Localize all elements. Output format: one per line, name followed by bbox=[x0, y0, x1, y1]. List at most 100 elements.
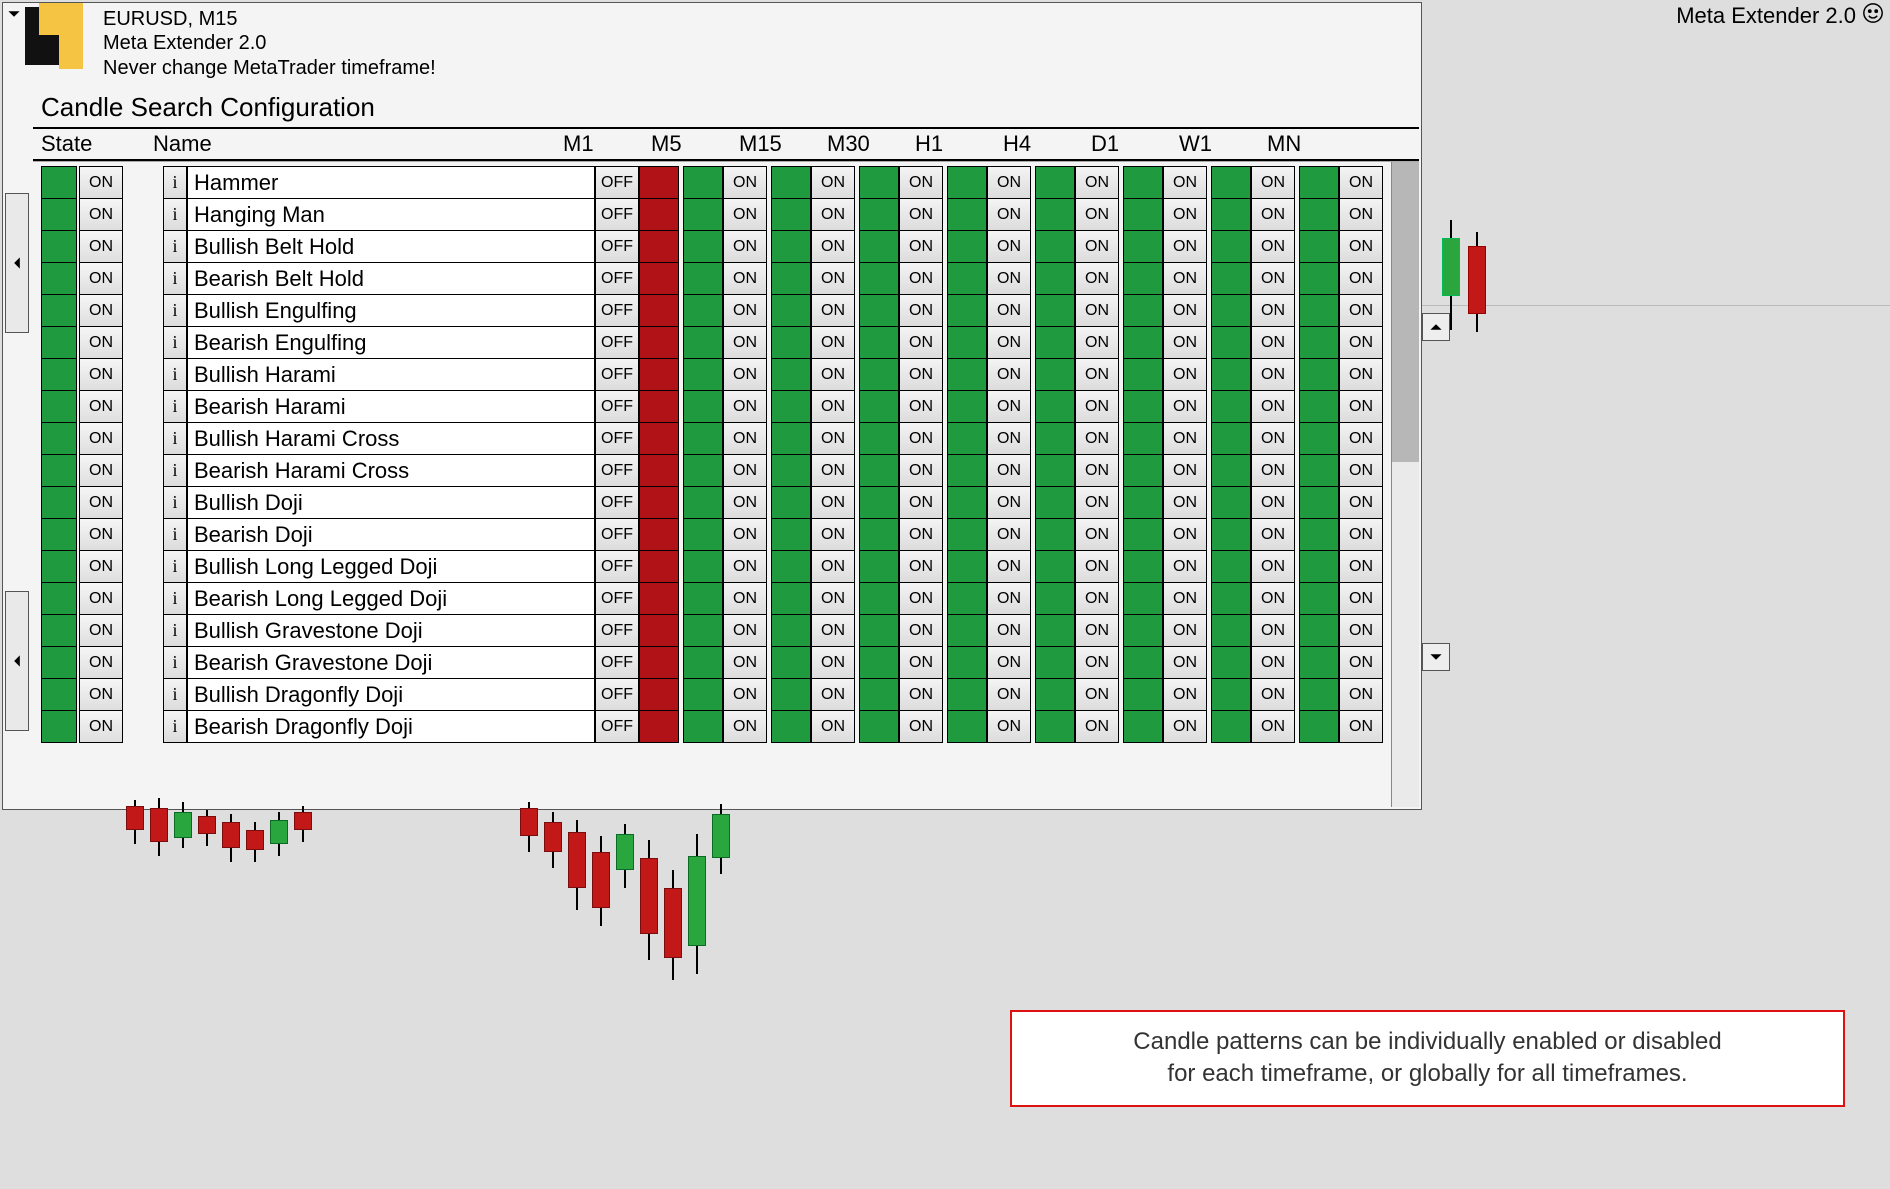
state-toggle[interactable]: ON bbox=[79, 614, 123, 647]
tf-toggle-m5[interactable]: ON bbox=[723, 550, 767, 583]
tf-toggle-m1[interactable]: OFF bbox=[595, 198, 639, 231]
info-button[interactable]: i bbox=[163, 262, 187, 295]
tf-toggle-m5[interactable]: ON bbox=[723, 262, 767, 295]
tf-toggle-m15[interactable]: ON bbox=[811, 294, 855, 327]
state-toggle[interactable]: ON bbox=[79, 358, 123, 391]
tf-toggle-mn[interactable]: ON bbox=[1339, 454, 1383, 487]
tf-toggle-m15[interactable]: ON bbox=[811, 358, 855, 391]
tf-toggle-m30[interactable]: ON bbox=[899, 166, 943, 199]
tf-toggle-w1[interactable]: ON bbox=[1251, 582, 1295, 615]
info-button[interactable]: i bbox=[163, 294, 187, 327]
tf-toggle-h1[interactable]: ON bbox=[987, 486, 1031, 519]
tf-toggle-mn[interactable]: ON bbox=[1339, 646, 1383, 679]
state-toggle[interactable]: ON bbox=[79, 550, 123, 583]
tf-toggle-d1[interactable]: ON bbox=[1163, 582, 1207, 615]
tf-toggle-h1[interactable]: ON bbox=[987, 294, 1031, 327]
tf-toggle-h4[interactable]: ON bbox=[1075, 262, 1119, 295]
tf-toggle-d1[interactable]: ON bbox=[1163, 358, 1207, 391]
tf-toggle-d1[interactable]: ON bbox=[1163, 294, 1207, 327]
tf-toggle-d1[interactable]: ON bbox=[1163, 710, 1207, 743]
state-toggle[interactable]: ON bbox=[79, 230, 123, 263]
tf-toggle-d1[interactable]: ON bbox=[1163, 614, 1207, 647]
tf-toggle-m15[interactable]: ON bbox=[811, 582, 855, 615]
tf-toggle-m1[interactable]: OFF bbox=[595, 614, 639, 647]
tf-toggle-m30[interactable]: ON bbox=[899, 358, 943, 391]
info-button[interactable]: i bbox=[163, 166, 187, 199]
scroll-up-button[interactable] bbox=[1422, 313, 1450, 341]
tf-toggle-d1[interactable]: ON bbox=[1163, 454, 1207, 487]
collapse-toggle[interactable] bbox=[7, 7, 21, 21]
tf-toggle-h4[interactable]: ON bbox=[1075, 422, 1119, 455]
tf-toggle-m30[interactable]: ON bbox=[899, 294, 943, 327]
tf-toggle-mn[interactable]: ON bbox=[1339, 198, 1383, 231]
tf-toggle-m30[interactable]: ON bbox=[899, 198, 943, 231]
scrollbar[interactable] bbox=[1391, 162, 1419, 807]
info-button[interactable]: i bbox=[163, 358, 187, 391]
tf-toggle-h1[interactable]: ON bbox=[987, 710, 1031, 743]
tf-toggle-d1[interactable]: ON bbox=[1163, 646, 1207, 679]
tf-toggle-m5[interactable]: ON bbox=[723, 486, 767, 519]
tf-toggle-m15[interactable]: ON bbox=[811, 454, 855, 487]
tf-toggle-m5[interactable]: ON bbox=[723, 646, 767, 679]
info-button[interactable]: i bbox=[163, 454, 187, 487]
tf-toggle-mn[interactable]: ON bbox=[1339, 262, 1383, 295]
tf-toggle-m15[interactable]: ON bbox=[811, 710, 855, 743]
state-toggle[interactable]: ON bbox=[79, 262, 123, 295]
tf-toggle-h1[interactable]: ON bbox=[987, 550, 1031, 583]
tf-toggle-m30[interactable]: ON bbox=[899, 646, 943, 679]
tf-toggle-m5[interactable]: ON bbox=[723, 710, 767, 743]
tf-toggle-m1[interactable]: OFF bbox=[595, 486, 639, 519]
side-tab-2[interactable] bbox=[5, 591, 29, 731]
tf-toggle-m15[interactable]: ON bbox=[811, 422, 855, 455]
tf-toggle-m1[interactable]: OFF bbox=[595, 166, 639, 199]
tf-toggle-m5[interactable]: ON bbox=[723, 422, 767, 455]
tf-toggle-w1[interactable]: ON bbox=[1251, 710, 1295, 743]
tf-toggle-h4[interactable]: ON bbox=[1075, 614, 1119, 647]
tf-toggle-h1[interactable]: ON bbox=[987, 454, 1031, 487]
tf-toggle-m15[interactable]: ON bbox=[811, 326, 855, 359]
tf-toggle-d1[interactable]: ON bbox=[1163, 550, 1207, 583]
tf-toggle-h1[interactable]: ON bbox=[987, 646, 1031, 679]
tf-toggle-h4[interactable]: ON bbox=[1075, 390, 1119, 423]
tf-toggle-h1[interactable]: ON bbox=[987, 582, 1031, 615]
tf-toggle-h1[interactable]: ON bbox=[987, 230, 1031, 263]
info-button[interactable]: i bbox=[163, 646, 187, 679]
state-toggle[interactable]: ON bbox=[79, 710, 123, 743]
tf-toggle-h1[interactable]: ON bbox=[987, 614, 1031, 647]
info-button[interactable]: i bbox=[163, 326, 187, 359]
tf-toggle-h1[interactable]: ON bbox=[987, 518, 1031, 551]
tf-toggle-w1[interactable]: ON bbox=[1251, 262, 1295, 295]
tf-toggle-h1[interactable]: ON bbox=[987, 198, 1031, 231]
tf-toggle-m15[interactable]: ON bbox=[811, 678, 855, 711]
tf-toggle-m30[interactable]: ON bbox=[899, 710, 943, 743]
tf-toggle-m1[interactable]: OFF bbox=[595, 710, 639, 743]
tf-toggle-m1[interactable]: OFF bbox=[595, 230, 639, 263]
tf-toggle-m30[interactable]: ON bbox=[899, 454, 943, 487]
tf-toggle-w1[interactable]: ON bbox=[1251, 294, 1295, 327]
tf-toggle-m30[interactable]: ON bbox=[899, 326, 943, 359]
tf-toggle-m5[interactable]: ON bbox=[723, 294, 767, 327]
tf-toggle-w1[interactable]: ON bbox=[1251, 518, 1295, 551]
info-button[interactable]: i bbox=[163, 614, 187, 647]
info-button[interactable]: i bbox=[163, 550, 187, 583]
tf-toggle-m5[interactable]: ON bbox=[723, 230, 767, 263]
tf-toggle-w1[interactable]: ON bbox=[1251, 230, 1295, 263]
tf-toggle-m5[interactable]: ON bbox=[723, 390, 767, 423]
tf-toggle-d1[interactable]: ON bbox=[1163, 198, 1207, 231]
tf-toggle-h4[interactable]: ON bbox=[1075, 582, 1119, 615]
tf-toggle-mn[interactable]: ON bbox=[1339, 230, 1383, 263]
tf-toggle-d1[interactable]: ON bbox=[1163, 486, 1207, 519]
tf-toggle-mn[interactable]: ON bbox=[1339, 422, 1383, 455]
tf-toggle-m1[interactable]: OFF bbox=[595, 454, 639, 487]
tf-toggle-m15[interactable]: ON bbox=[811, 614, 855, 647]
tf-toggle-m15[interactable]: ON bbox=[811, 262, 855, 295]
tf-toggle-m30[interactable]: ON bbox=[899, 678, 943, 711]
state-toggle[interactable]: ON bbox=[79, 166, 123, 199]
tf-toggle-h4[interactable]: ON bbox=[1075, 166, 1119, 199]
tf-toggle-h4[interactable]: ON bbox=[1075, 454, 1119, 487]
tf-toggle-mn[interactable]: ON bbox=[1339, 486, 1383, 519]
scroll-down-button[interactable] bbox=[1422, 643, 1450, 671]
tf-toggle-m5[interactable]: ON bbox=[723, 454, 767, 487]
info-button[interactable]: i bbox=[163, 582, 187, 615]
tf-toggle-m1[interactable]: OFF bbox=[595, 326, 639, 359]
